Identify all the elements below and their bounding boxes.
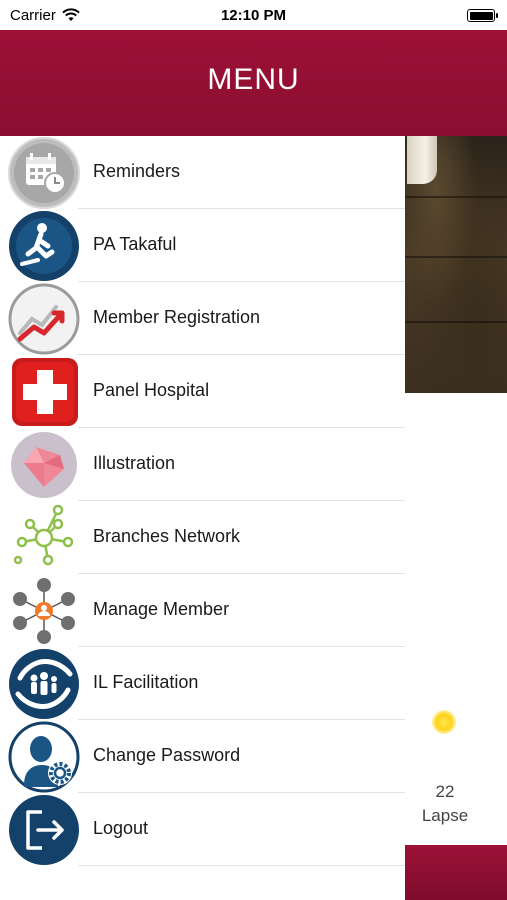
logout-icon bbox=[8, 794, 80, 866]
menu-item-label: Illustration bbox=[93, 453, 176, 473]
menu-item-label: Reminders bbox=[93, 161, 181, 181]
menu-item-label: Manage Member bbox=[93, 599, 230, 619]
menu-item-manage-member[interactable]: Manage Member bbox=[0, 574, 405, 647]
network-nodes-icon bbox=[8, 502, 80, 574]
banner-photo bbox=[405, 136, 507, 393]
user-gear-icon bbox=[8, 721, 80, 793]
status-bar: Carrier 12:10 PM bbox=[0, 0, 507, 30]
menu-item-pa-takaful[interactable]: PA Takaful bbox=[0, 209, 405, 282]
underlying-screen[interactable]: 22 Lapse bbox=[405, 136, 507, 900]
menu-item-label: Member Registration bbox=[93, 307, 261, 327]
footer-bar bbox=[405, 845, 507, 900]
menu-item-label: Panel Hospital bbox=[93, 380, 210, 400]
menu-item-reminders[interactable]: Reminders bbox=[0, 136, 405, 209]
people-network-icon bbox=[8, 575, 80, 647]
status-time: 12:10 PM bbox=[220, 7, 287, 24]
medical-cross-icon bbox=[8, 356, 80, 428]
side-menu: Reminders PA Takaful Member Registration… bbox=[0, 136, 405, 900]
menu-header: MENU bbox=[0, 30, 507, 136]
menu-item-panel-hospital[interactable]: Panel Hospital bbox=[0, 355, 405, 428]
menu-item-label: PA Takaful bbox=[93, 234, 177, 254]
menu-item-il-facilitation[interactable]: IL Facilitation bbox=[0, 647, 405, 720]
menu-item-label: Change Password bbox=[93, 745, 241, 765]
lapse-label: Lapse bbox=[421, 806, 469, 825]
trend-chart-icon bbox=[8, 283, 80, 355]
lapse-count: 22 bbox=[435, 782, 455, 801]
person-slipping-icon bbox=[8, 210, 80, 282]
menu-item-change-password[interactable]: Change Password bbox=[0, 720, 405, 793]
sun-icon bbox=[432, 710, 456, 734]
menu-item-label: Branches Network bbox=[93, 526, 241, 546]
battery-icon bbox=[467, 9, 498, 22]
gem-icon bbox=[8, 429, 80, 501]
family-hands-icon bbox=[8, 648, 80, 720]
menu-item-branches-network[interactable]: Branches Network bbox=[0, 501, 405, 574]
menu-item-member-registration[interactable]: Member Registration bbox=[0, 282, 405, 355]
menu-item-illustration[interactable]: Illustration bbox=[0, 428, 405, 501]
menu-item-label: Logout bbox=[93, 818, 149, 838]
page-title: MENU bbox=[207, 63, 300, 96]
menu-item-logout[interactable]: Logout bbox=[0, 793, 405, 866]
calendar-clock-icon bbox=[8, 137, 80, 209]
menu-item-label: IL Facilitation bbox=[93, 672, 199, 692]
